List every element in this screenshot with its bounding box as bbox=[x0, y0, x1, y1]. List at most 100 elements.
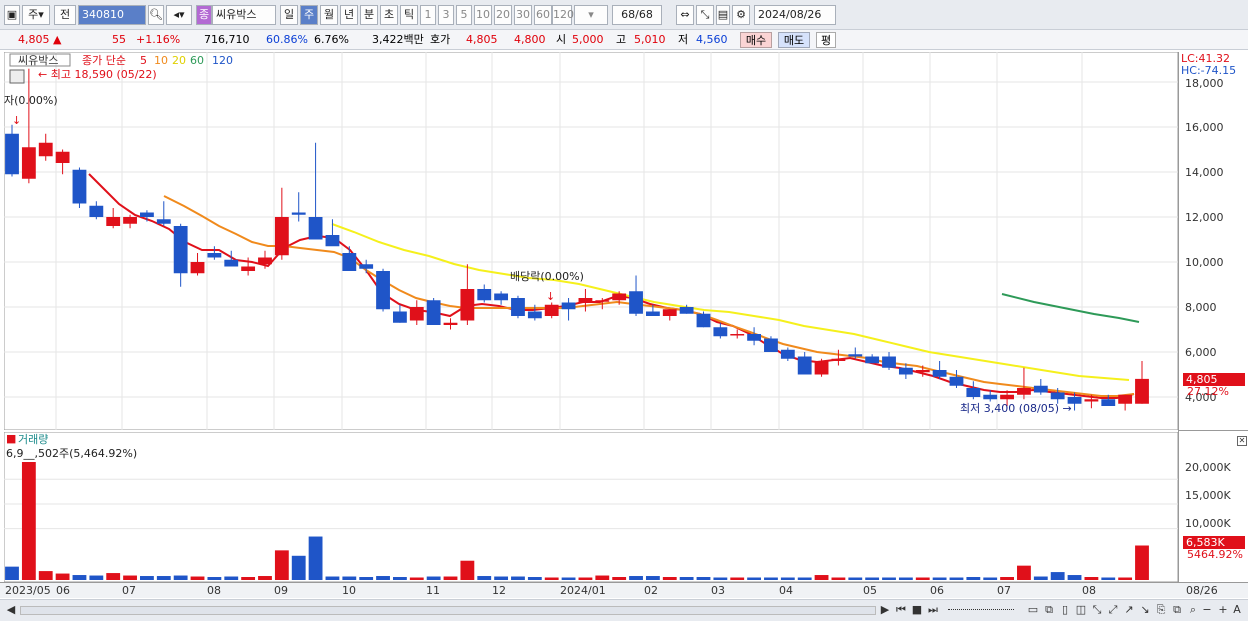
period-second[interactable]: 초 bbox=[380, 5, 398, 25]
candle-body bbox=[106, 217, 121, 226]
volume-max-label: 6,9__,502주(5,464.92%) bbox=[6, 447, 137, 460]
interval-5[interactable]: 5 bbox=[456, 5, 472, 25]
candle-body bbox=[645, 311, 660, 316]
candle-body bbox=[443, 322, 458, 325]
sell-button[interactable]: 매도 bbox=[778, 32, 810, 48]
candle-body bbox=[629, 291, 643, 314]
eval-button[interactable]: 평 bbox=[816, 32, 836, 48]
volume-bar bbox=[325, 576, 340, 580]
low-annotation: 최저 3,400 (08/05) → bbox=[960, 402, 1072, 415]
volume-bar bbox=[544, 577, 559, 580]
stock-name-field[interactable]: 씨유박스 bbox=[212, 5, 276, 25]
period-day[interactable]: 일 bbox=[280, 5, 298, 25]
interval-10[interactable]: 10 bbox=[474, 5, 492, 25]
play-icon[interactable]: ▶ bbox=[878, 603, 892, 617]
copy-icon[interactable]: ⎘ bbox=[1154, 603, 1168, 617]
candle bbox=[814, 358, 829, 377]
close-panel-icon[interactable]: ✕ bbox=[1237, 436, 1247, 446]
period-tick[interactable]: 틱 bbox=[400, 5, 418, 25]
volume-bar bbox=[696, 577, 711, 580]
volume-bar bbox=[173, 575, 188, 580]
scroll-left-icon[interactable]: ◀ bbox=[4, 603, 18, 617]
volume-bar bbox=[898, 577, 913, 580]
rewind-icon[interactable]: ⏮ bbox=[894, 603, 908, 617]
low-price: 4,560 bbox=[696, 33, 728, 46]
candle-body bbox=[241, 266, 256, 271]
candle-body bbox=[814, 361, 829, 375]
prev-button[interactable]: 전 bbox=[54, 5, 76, 25]
price-chart[interactable]: 씨유박스 종가 단순 5 10 20 60 120 ← 최고 18,590 (0… bbox=[4, 52, 1178, 430]
volume-bar bbox=[949, 577, 964, 580]
period-type-select[interactable]: 주▾ bbox=[22, 5, 50, 25]
bottom-toolbar: ◀ ▶ ⏮ ■ ⏭ ▭ ⧉ ▯ ◫ ⤡ ⤢ ↗ ↘ ⎘ ⧉ ⌕ − + A bbox=[0, 599, 1248, 621]
candle-body bbox=[578, 298, 593, 303]
table-toggle-icon[interactable] bbox=[9, 69, 25, 84]
volume-bar bbox=[342, 576, 357, 580]
interval-30[interactable]: 30 bbox=[514, 5, 532, 25]
interval-120[interactable]: 120 bbox=[552, 5, 574, 25]
candle-body bbox=[21, 147, 36, 179]
candle-body bbox=[983, 394, 998, 400]
interval-60[interactable]: 60 bbox=[534, 5, 552, 25]
text-tool-icon[interactable]: A bbox=[1230, 603, 1244, 617]
candle-body bbox=[1118, 394, 1133, 404]
layout1-icon[interactable]: ▭ bbox=[1026, 603, 1040, 617]
sound-icon[interactable]: ◂▾ bbox=[166, 5, 192, 25]
volume-bar bbox=[983, 577, 998, 580]
interval-20[interactable]: 20 bbox=[494, 5, 512, 25]
period-type-label: 주 bbox=[28, 8, 39, 21]
stop-icon[interactable]: ■ bbox=[910, 603, 924, 617]
interval-3[interactable]: 3 bbox=[438, 5, 454, 25]
volume-bar bbox=[730, 577, 745, 580]
save-icon[interactable]: ▤ bbox=[716, 5, 730, 25]
period-month[interactable]: 월 bbox=[320, 5, 338, 25]
stock-code-input[interactable]: 340810 bbox=[78, 5, 146, 25]
period-minute[interactable]: 분 bbox=[360, 5, 378, 25]
x-label-07: 07 bbox=[122, 584, 136, 597]
scroll-icon[interactable]: ⇔ bbox=[676, 5, 694, 25]
group-badge[interactable]: 종 bbox=[196, 5, 212, 25]
candle bbox=[426, 298, 441, 325]
interval-1[interactable]: 1 bbox=[420, 5, 436, 25]
layout2-icon[interactable]: ⧉ bbox=[1042, 603, 1056, 617]
candle-body bbox=[865, 356, 880, 364]
change-value: 55 bbox=[112, 33, 126, 46]
bar-count-field[interactable]: 68/68 bbox=[612, 5, 662, 25]
crosshair-icon[interactable]: ⤡ bbox=[696, 5, 714, 25]
draw2-icon[interactable]: ⤢ bbox=[1106, 603, 1120, 617]
layout3-icon[interactable]: ▯ bbox=[1058, 603, 1072, 617]
horizontal-scrollbar[interactable] bbox=[20, 606, 876, 615]
buy-button[interactable]: 매수 bbox=[740, 32, 772, 48]
volume-bar bbox=[5, 566, 19, 580]
volume-chart[interactable]: ■ 거래량 6,9__,502주(5,464.92%) bbox=[4, 432, 1178, 582]
interval-dropdown[interactable]: ▾ bbox=[574, 5, 608, 25]
gear-icon[interactable]: ⚙ bbox=[732, 5, 750, 25]
draw4-icon[interactable]: ↘ bbox=[1138, 603, 1152, 617]
draw3-icon[interactable]: ↗ bbox=[1122, 603, 1136, 617]
x-label-05: 05 bbox=[863, 584, 877, 597]
zoom-out-icon[interactable]: − bbox=[1200, 603, 1214, 617]
period-year[interactable]: 년 bbox=[340, 5, 358, 25]
forward-icon[interactable]: ⏭ bbox=[926, 603, 940, 617]
volume-bar bbox=[1135, 545, 1149, 580]
volume-bar bbox=[123, 575, 137, 580]
search-icon[interactable]: 🔍︎ bbox=[148, 5, 164, 25]
zoom-icon[interactable]: ⌕ bbox=[1186, 603, 1200, 617]
candle-body bbox=[898, 367, 913, 375]
volume-bar bbox=[55, 573, 70, 580]
volume-bar bbox=[814, 575, 829, 580]
x-label-10: 10 bbox=[342, 584, 356, 597]
clone-icon[interactable]: ⧉ bbox=[1170, 603, 1184, 617]
period-week[interactable]: 주 bbox=[300, 5, 318, 25]
volume-bar bbox=[89, 575, 104, 580]
rights-annotation: 자(0.00%) bbox=[4, 94, 58, 107]
candle-body bbox=[747, 334, 762, 341]
layout4-icon[interactable]: ◫ bbox=[1074, 603, 1088, 617]
date-field[interactable]: 2024/08/26 bbox=[754, 5, 836, 25]
window-menu-icon[interactable]: ▣ bbox=[4, 5, 20, 25]
zoom-in-icon[interactable]: + bbox=[1216, 603, 1230, 617]
draw1-icon[interactable]: ⤡ bbox=[1090, 603, 1104, 617]
candle-body bbox=[140, 212, 154, 217]
candle-body bbox=[1135, 378, 1149, 404]
speed-slider[interactable] bbox=[948, 609, 1014, 612]
